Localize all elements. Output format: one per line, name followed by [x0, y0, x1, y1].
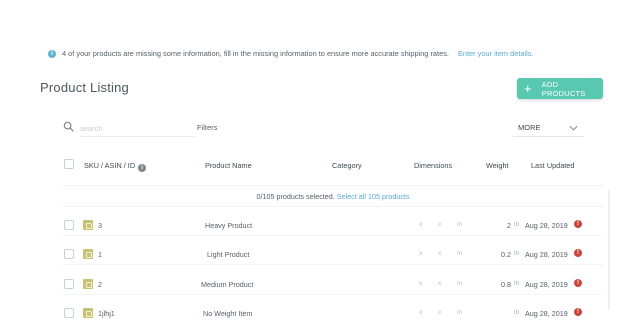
table-header: SKU / ASIN / ID i Product Name Category D… — [0, 158, 640, 174]
header-last-updated[interactable]: Last Updated — [531, 161, 574, 170]
row-dim-unit: in — [457, 309, 463, 316]
row-last-updated: Aug 28, 2019 — [525, 221, 568, 230]
row-weight-unit: lb — [514, 280, 520, 287]
row-weight-unit: lb — [514, 250, 520, 257]
row-product-name: Light Product — [207, 250, 250, 259]
add-products-label: ADD PRODUCTS — [541, 79, 586, 98]
box-icon — [83, 249, 93, 259]
enter-item-details-link[interactable]: Enter your item details. — [458, 49, 534, 58]
header-dimensions[interactable]: Dimensions — [414, 161, 452, 170]
row-dim-width: x — [438, 309, 442, 316]
row-weight: 0.8 — [501, 280, 511, 289]
page-title: Product Listing — [40, 80, 129, 95]
alert-icon[interactable]: ! — [574, 249, 582, 257]
row-checkbox[interactable] — [64, 308, 74, 318]
row-divider — [62, 264, 604, 265]
search-input[interactable] — [80, 121, 195, 137]
filters-button[interactable]: Filters — [197, 123, 217, 132]
row-last-updated: Aug 28, 2019 — [525, 280, 568, 289]
box-icon — [83, 279, 93, 289]
row-product-name: Medium Product — [201, 280, 254, 289]
row-dim-width: x — [438, 250, 442, 257]
row-weight-unit: lb — [514, 221, 520, 228]
add-products-button[interactable]: + ADD PRODUCTS — [517, 78, 603, 99]
alert-icon[interactable]: ! — [574, 279, 582, 287]
row-dim-unit: in — [457, 280, 463, 287]
table-row[interactable]: 2 Medium Product x x in 0.8 lb Aug 28, 2… — [0, 273, 640, 295]
chevron-down-icon — [569, 125, 578, 131]
selection-count: 0/105 products selected. — [256, 192, 335, 201]
header-weight[interactable]: Weight — [486, 161, 509, 170]
missing-info-notice: i 4 of your products are missing some in… — [48, 49, 534, 58]
plus-icon: + — [524, 81, 532, 96]
row-dim-width: x — [438, 221, 442, 228]
table-row[interactable]: 1 Light Product x x in 0.2 lb Aug 28, 20… — [0, 243, 640, 265]
row-checkbox[interactable] — [64, 220, 74, 230]
select-all-checkbox[interactable] — [64, 159, 74, 169]
alert-icon[interactable]: ! — [574, 308, 582, 316]
table-row[interactable]: 3 Heavy Product x x in 2 lb Aug 28, 2019… — [0, 214, 640, 236]
row-divider — [62, 294, 604, 295]
row-product-name: Heavy Product — [205, 221, 253, 230]
table-row[interactable]: 1jlhj1 No Weight Item x x in lb Aug 28, … — [0, 302, 640, 324]
row-checkbox[interactable] — [64, 279, 74, 289]
box-icon — [83, 308, 93, 318]
select-all-link[interactable]: Select all 105 products — [337, 192, 410, 201]
info-icon[interactable]: i — [138, 164, 147, 172]
row-sku: 3 — [98, 221, 102, 230]
row-weight-unit: lb — [514, 309, 520, 316]
product-listing-page: i 4 of your products are missing some in… — [0, 0, 640, 332]
row-dim-length: x — [419, 309, 423, 316]
row-sku: 2 — [98, 280, 102, 289]
row-dim-length: x — [419, 221, 423, 228]
selection-status: 0/105 products selected. Select all 105 … — [62, 185, 604, 207]
row-sku: 1 — [98, 250, 102, 259]
row-dim-length: x — [419, 280, 423, 287]
more-dropdown[interactable]: MORE — [513, 119, 584, 137]
row-sku: 1jlhj1 — [98, 309, 115, 318]
header-product-name[interactable]: Product Name — [205, 161, 252, 170]
more-label: MORE — [518, 123, 541, 132]
box-icon — [83, 220, 93, 230]
row-dim-length: x — [419, 250, 423, 257]
header-sku-label: SKU / ASIN / ID — [84, 161, 136, 170]
table-scrollbar[interactable] — [608, 190, 610, 310]
header-sku[interactable]: SKU / ASIN / ID i — [84, 161, 147, 172]
info-icon: i — [48, 49, 56, 58]
search-icon[interactable] — [63, 121, 74, 132]
row-weight: 2 — [507, 221, 511, 230]
notice-text: 4 of your products are missing some info… — [62, 49, 449, 58]
row-dim-width: x — [438, 280, 442, 287]
row-weight: 0.2 — [501, 250, 511, 259]
row-last-updated: Aug 28, 2019 — [525, 250, 568, 259]
row-divider — [62, 235, 604, 236]
row-product-name: No Weight Item — [203, 309, 253, 318]
row-checkbox[interactable] — [64, 249, 74, 259]
row-dim-unit: in — [457, 250, 463, 257]
row-dim-unit: in — [457, 221, 463, 228]
alert-icon[interactable]: ! — [574, 220, 582, 228]
row-last-updated: Aug 28, 2019 — [525, 309, 568, 318]
header-category[interactable]: Category — [332, 161, 362, 170]
